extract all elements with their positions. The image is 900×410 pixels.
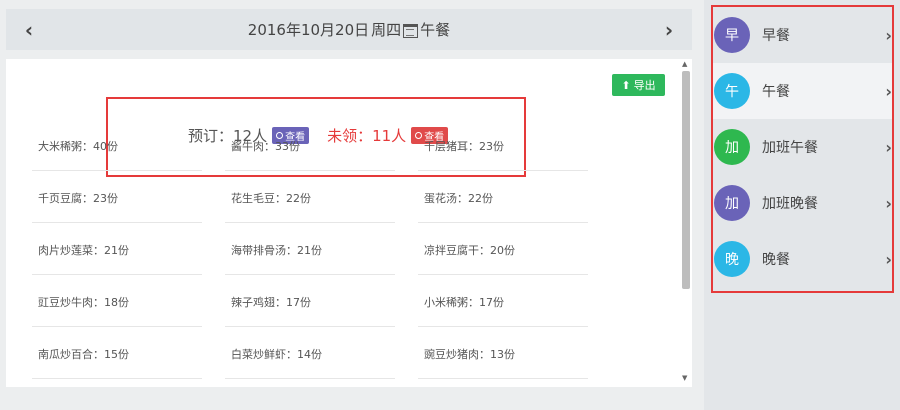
scroll-down-icon[interactable]: ▼ bbox=[682, 374, 687, 382]
meal-badge: 加 bbox=[714, 185, 750, 221]
chevron-right-icon: › bbox=[885, 193, 892, 213]
weekday-text: 周四 bbox=[371, 21, 402, 39]
dish-item: 南瓜炒百合：15份 bbox=[32, 327, 202, 379]
upload-icon: ⬆ bbox=[621, 78, 631, 92]
meal-badge: 加 bbox=[714, 129, 750, 165]
meal-item[interactable]: 晚晚餐 › bbox=[713, 231, 892, 287]
meal-item[interactable]: 早早餐 › bbox=[713, 7, 892, 63]
dish-item: 海带排骨汤：21份 bbox=[225, 223, 395, 275]
chevron-left-icon[interactable]: ‹ bbox=[14, 9, 44, 50]
scrollbar[interactable]: ▲ ▼ bbox=[680, 59, 692, 387]
dish-item: 辣子鸡翅：17份 bbox=[225, 275, 395, 327]
dish-item: 肉片炒莲菜：21份 bbox=[32, 223, 202, 275]
meal-badge: 午 bbox=[714, 73, 750, 109]
meal-item[interactable]: 午午餐 › bbox=[713, 63, 892, 119]
calendar-icon[interactable] bbox=[403, 23, 419, 38]
chevron-right-icon: › bbox=[885, 25, 892, 45]
meal-sidebar: 早早餐 › 午午餐 › 加加班午餐 › 加加班晚餐 › 晚晚餐 › bbox=[704, 0, 900, 410]
dish-item: 小米稀粥：17份 bbox=[418, 275, 588, 327]
dish-item: 豌豆炒猪肉：13份 bbox=[418, 327, 588, 379]
meal-label: 晚餐 bbox=[762, 252, 790, 268]
scroll-up-icon[interactable]: ▲ bbox=[682, 60, 687, 68]
dish-item: 白菜炒鲜虾：14份 bbox=[225, 327, 395, 379]
dish-item: 千页豆腐：23份 bbox=[32, 171, 202, 223]
chevron-right-icon: › bbox=[885, 249, 892, 269]
chevron-right-icon[interactable]: › bbox=[654, 9, 684, 50]
content-card: 预订：12人 查看 未领：11人 查看 ⬆ 导出 大米稀粥：40份 酱牛肉：33份… bbox=[6, 59, 692, 387]
dish-item: 豇豆炒牛肉：18份 bbox=[32, 275, 202, 327]
main-panel: ‹ 2016年10月20日 周四 午餐 › 预订：12人 查看 未领：11人 查… bbox=[0, 0, 700, 410]
dish-item: 大米稀粥：40份 bbox=[32, 119, 202, 171]
dish-item: 千层猪耳：23份 bbox=[418, 119, 588, 171]
meal-label: 加班午餐 bbox=[762, 140, 818, 156]
meal-label: 午餐 bbox=[762, 84, 790, 100]
dish-item: 蛋花汤：22份 bbox=[418, 171, 588, 223]
meal-label: 早餐 bbox=[762, 28, 790, 44]
dish-item: 凉拌豆腐干：20份 bbox=[418, 223, 588, 275]
meal-list: 早早餐 › 午午餐 › 加加班午餐 › 加加班晚餐 › 晚晚餐 › bbox=[711, 5, 894, 293]
export-button[interactable]: ⬆ 导出 bbox=[612, 74, 665, 96]
dish-item: 花生毛豆：22份 bbox=[225, 171, 395, 223]
meal-item[interactable]: 加加班午餐 › bbox=[713, 119, 892, 175]
meal-item[interactable]: 加加班晚餐 › bbox=[713, 175, 892, 231]
dish-item: 酱牛肉：33份 bbox=[225, 119, 395, 171]
meal-label: 加班晚餐 bbox=[762, 196, 818, 212]
chevron-right-icon: › bbox=[885, 81, 892, 101]
meal-text: 午餐 bbox=[420, 21, 451, 39]
chevron-right-icon: › bbox=[885, 137, 892, 157]
meal-badge: 晚 bbox=[714, 241, 750, 277]
date-text: 2016年10月20日 bbox=[247, 21, 370, 39]
date-bar: ‹ 2016年10月20日 周四 午餐 › bbox=[6, 9, 692, 50]
meal-badge: 早 bbox=[714, 17, 750, 53]
scrollbar-thumb[interactable] bbox=[682, 71, 690, 289]
